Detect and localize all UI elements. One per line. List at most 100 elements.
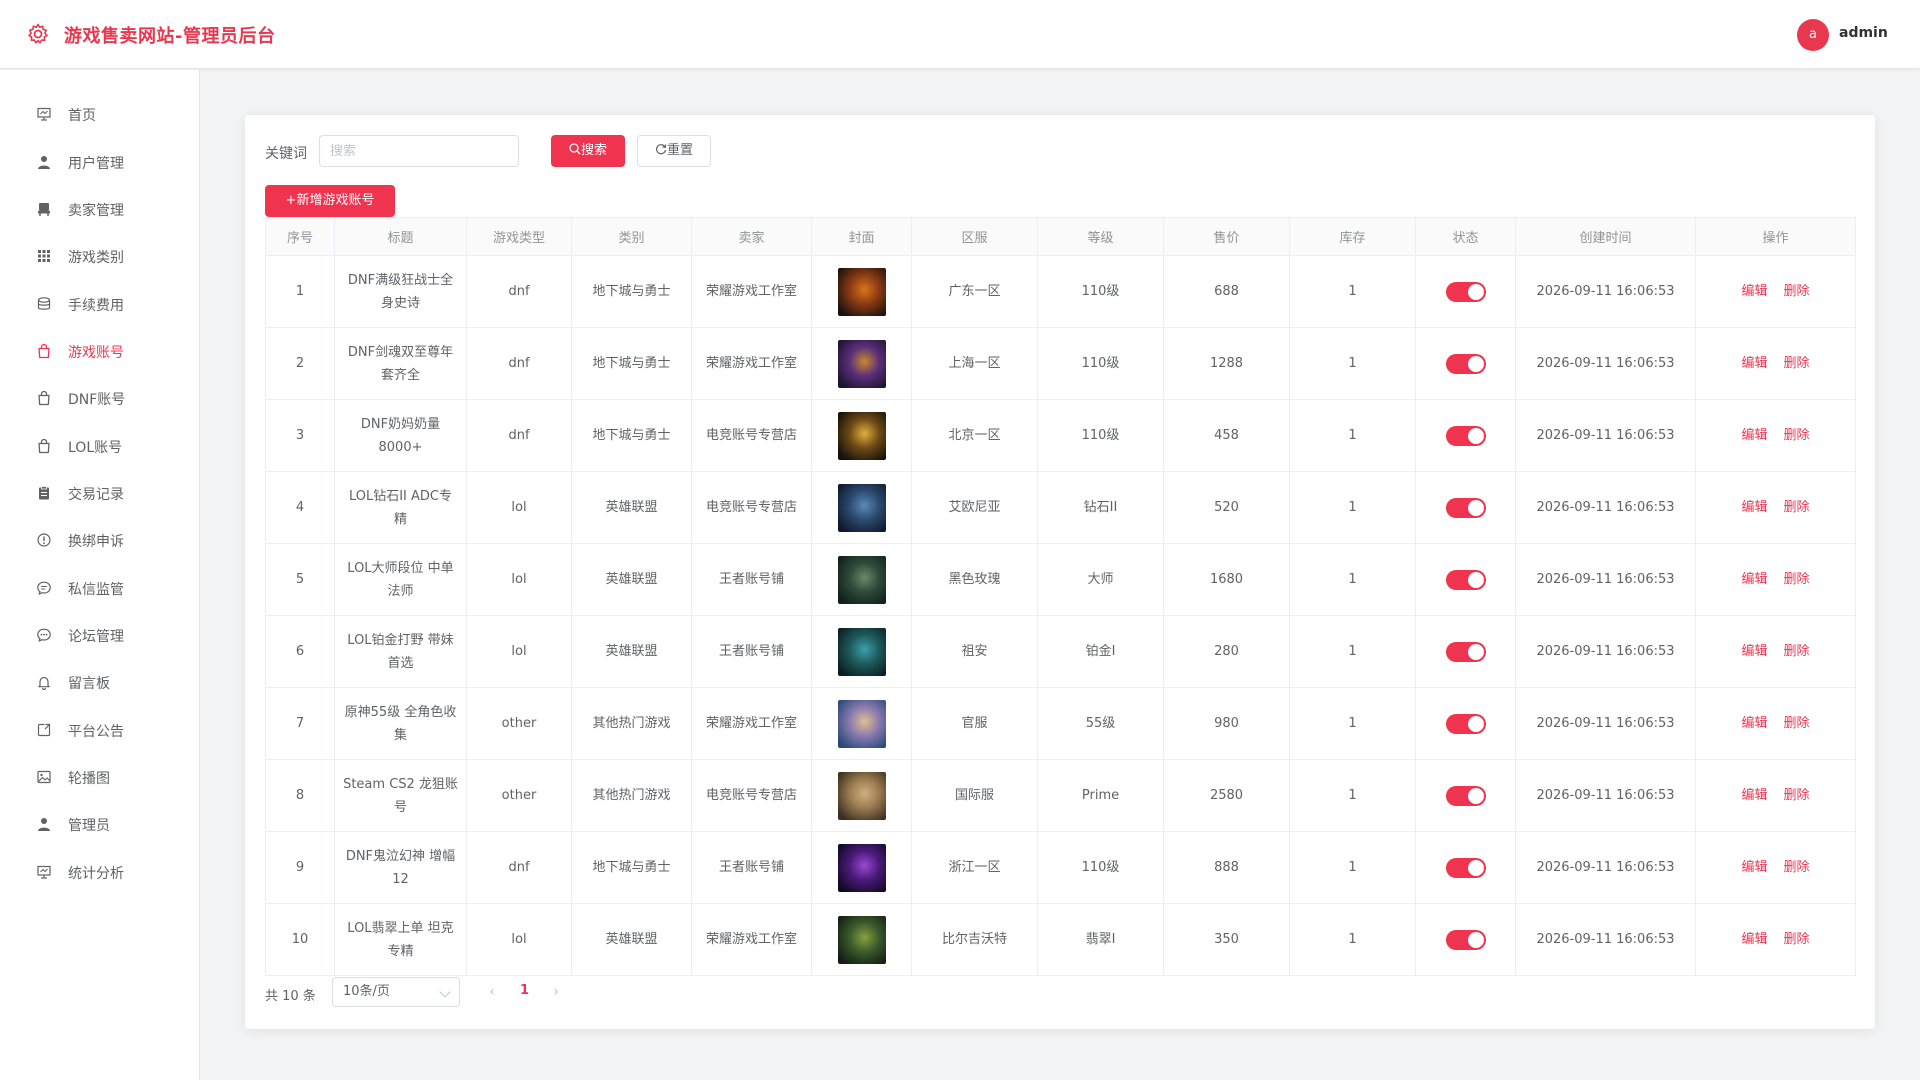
search-button[interactable]: 搜索	[551, 135, 625, 167]
table-row: 4 LOL钻石II ADC专精 lol 英雄联盟 电竞账号专营店 艾欧尼亚 钻石II 520 1…	[265, 471, 1856, 544]
delete-button[interactable]: 删除	[1784, 428, 1810, 443]
reset-button[interactable]: 重置	[637, 135, 711, 167]
sidebar-item-label: 轮播图	[68, 771, 110, 787]
status-toggle[interactable]	[1445, 929, 1486, 950]
category: 地下城与勇士	[571, 255, 692, 328]
delete-button[interactable]: 删除	[1784, 356, 1810, 371]
status-toggle[interactable]	[1445, 353, 1486, 374]
delete-button[interactable]: 删除	[1784, 284, 1810, 299]
sidebar-item-label: 用户管理	[68, 156, 124, 172]
column-header: 游戏类型	[466, 217, 572, 256]
status-cell	[1415, 831, 1516, 904]
cover-image[interactable]	[837, 915, 886, 964]
edit-button[interactable]: 编辑	[1741, 500, 1767, 515]
user-icon	[38, 156, 50, 169]
cover-image[interactable]	[837, 267, 886, 316]
add-account-button[interactable]: +新增游戏账号	[265, 185, 395, 217]
chevron-down-icon	[439, 986, 451, 998]
delete-button[interactable]: 删除	[1784, 860, 1810, 875]
user-name[interactable]: admin	[1839, 25, 1888, 41]
avatar[interactable]: a	[1797, 19, 1829, 51]
delete-button[interactable]: 删除	[1784, 716, 1810, 731]
status-toggle[interactable]	[1445, 497, 1486, 518]
status-cell	[1415, 399, 1516, 472]
server: 浙江一区	[911, 831, 1038, 904]
cover-image[interactable]	[837, 411, 886, 460]
server: 北京一区	[911, 399, 1038, 472]
status-toggle[interactable]	[1445, 641, 1486, 662]
edit-button[interactable]: 编辑	[1741, 572, 1767, 587]
delete-button[interactable]: 删除	[1784, 932, 1810, 947]
game-type: dnf	[466, 399, 572, 472]
search-icon	[569, 143, 581, 155]
sidebar-item-label: 换绑申诉	[68, 534, 124, 550]
server: 黑色玫瑰	[911, 543, 1038, 616]
prev-page-button[interactable]: ‹	[485, 983, 499, 1001]
sidebar-item-label: 首页	[68, 108, 96, 124]
delete-button[interactable]: 删除	[1784, 644, 1810, 659]
reset-button-label: 重置	[666, 143, 693, 158]
delete-button[interactable]: 删除	[1784, 572, 1810, 587]
status-toggle[interactable]	[1445, 425, 1486, 446]
page-number-current[interactable]: 1	[520, 983, 529, 998]
cover-image[interactable]	[837, 627, 886, 676]
sidebar-item-label: 手续费用	[68, 298, 124, 314]
account-title: LOL翡翠上单 坦克专精	[334, 903, 467, 976]
seller: 荣耀游戏工作室	[691, 903, 812, 976]
game-type: lol	[466, 615, 572, 688]
server: 官服	[911, 687, 1038, 760]
cover-cell	[811, 399, 912, 472]
seller: 荣耀游戏工作室	[691, 255, 812, 328]
edit-button[interactable]: 编辑	[1741, 860, 1767, 875]
category: 地下城与勇士	[571, 831, 692, 904]
status-cell	[1415, 903, 1516, 976]
row-number: 6	[265, 615, 335, 688]
page-size-select[interactable]: 10条/页	[332, 977, 460, 1007]
account-title: LOL大师段位 中单法师	[334, 543, 467, 616]
column-header: 标题	[334, 217, 467, 256]
delete-button[interactable]: 删除	[1784, 788, 1810, 803]
status-toggle[interactable]	[1445, 713, 1486, 734]
status-cell	[1415, 471, 1516, 544]
next-page-button[interactable]: ›	[549, 983, 563, 1001]
row-number: 9	[265, 831, 335, 904]
status-toggle[interactable]	[1445, 569, 1486, 590]
category: 其他热门游戏	[571, 687, 692, 760]
cover-image[interactable]	[837, 483, 886, 532]
status-toggle[interactable]	[1445, 785, 1486, 806]
edit-button[interactable]: 编辑	[1741, 428, 1767, 443]
account-title: DNF鬼泣幻神 增幅12	[334, 831, 467, 904]
server: 祖安	[911, 615, 1038, 688]
cover-image[interactable]	[837, 339, 886, 388]
server: 上海一区	[911, 327, 1038, 400]
table-header-row: 序号 标题 游戏类型 类别 卖家 封面 区服 等级 售价 库存 状态 创建时间 操作	[265, 217, 1856, 256]
edit-button[interactable]: 编辑	[1741, 788, 1767, 803]
status-toggle[interactable]	[1445, 281, 1486, 302]
cover-cell	[811, 327, 912, 400]
status-cell	[1415, 615, 1516, 688]
status-cell	[1415, 327, 1516, 400]
shopping-bag-icon	[38, 343, 50, 359]
sidebar-item-label: 交易记录	[68, 487, 124, 503]
stock: 1	[1289, 543, 1416, 616]
edit-button[interactable]: 编辑	[1741, 356, 1767, 371]
cover-cell	[811, 831, 912, 904]
stock: 1	[1289, 759, 1416, 832]
status-toggle[interactable]	[1445, 857, 1486, 878]
edit-button[interactable]: 编辑	[1741, 644, 1767, 659]
gear-icon[interactable]	[26, 22, 50, 46]
edit-button[interactable]: 编辑	[1741, 716, 1767, 731]
column-header: 序号	[265, 217, 335, 256]
cover-image[interactable]	[837, 699, 886, 748]
cover-image[interactable]	[837, 771, 886, 820]
search-input[interactable]	[319, 135, 519, 167]
cover-image[interactable]	[837, 555, 886, 604]
delete-button[interactable]: 删除	[1784, 500, 1810, 515]
cover-image[interactable]	[837, 843, 886, 892]
edit-button[interactable]: 编辑	[1741, 932, 1767, 947]
sidebar-item-17[interactable]: 统计分析	[0, 843, 199, 901]
stock: 1	[1289, 255, 1416, 328]
created-time: 2026-09-11 16:06:53	[1515, 903, 1696, 976]
account-title: Steam CS2 龙狙账号	[334, 759, 467, 832]
edit-button[interactable]: 编辑	[1741, 284, 1767, 299]
